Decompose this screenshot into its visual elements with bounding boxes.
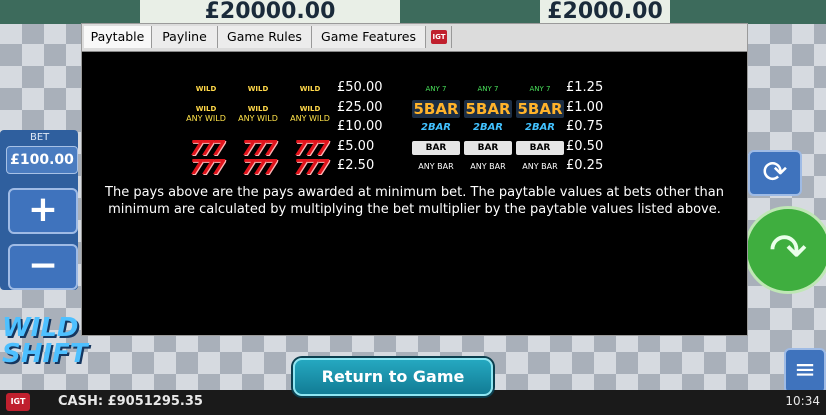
anybar-symbol-icon: ANY BAR [522,162,558,171]
seven-symbol-icon: 777 [189,155,226,179]
bar5-symbol-icon: 5BAR [516,99,564,118]
seven-symbol-icon: 777 [241,155,278,179]
payout-amount: £0.75 [566,119,604,134]
paytable-dialog: Paytable Payline Game Rules Game Feature… [81,23,748,336]
tab-payline[interactable]: Payline [152,26,218,48]
seven-symbol-icon: 777 [293,155,330,179]
payout-amount: £50.00 [337,80,383,95]
brand-logo-icon: IGT [6,393,30,411]
hamburger-icon: ≡ [794,355,816,385]
tab-game-rules[interactable]: Game Rules [218,26,312,48]
wild-symbol-icon: WILD [182,80,230,98]
bar1-symbol-icon: BAR [412,140,460,155]
bar5-symbol-icon: 5BAR [464,99,512,118]
paytable-note: The pays above are the pays awarded at m… [105,185,724,217]
bar2-symbol-icon: 2BAR [472,122,504,133]
payout-amount: £1.25 [566,80,604,95]
seven-symbol-icon: 777 [189,135,226,160]
bar5-symbol-icon: 5BAR [412,99,460,118]
brand-logo-icon: IGT [431,30,447,44]
bar1-symbol-icon: BAR [464,140,512,155]
payout-amount: £0.50 [566,138,604,154]
bar1-symbol-icon: BAR [516,140,564,155]
clock: 10:34 [785,394,820,408]
cash-balance: CASH: £9051295.35 [58,394,203,409]
tab-game-features[interactable]: Game Features [312,26,426,48]
jackpot-right-value: £2000.00 [540,0,670,24]
payout-amount: £2.50 [337,158,375,173]
anybar-symbol-icon: ANY BAR [418,162,454,171]
menu-button[interactable]: ≡ [784,348,826,394]
bar2-symbol-icon: 2BAR [524,122,556,133]
payout-amount: £5.00 [337,138,375,154]
bet-increase-button[interactable]: + [8,188,78,234]
any7-symbol-icon: ANY 7 [425,85,447,93]
game-header-bar [0,0,826,24]
any7-symbol-icon: ANY 7 [529,85,551,93]
payout-amount: £1.00 [566,99,604,115]
seven-symbol-icon: 777 [241,135,278,160]
seven-symbol-icon: 777 [293,135,330,160]
autoplay-icon[interactable]: ⟳ [748,150,802,196]
tab-paytable[interactable]: Paytable [84,26,152,48]
wild-symbol-icon: WILD [234,80,282,98]
spin-button[interactable]: ↷ [744,206,826,294]
bet-value: £100.00 [6,146,78,174]
bar2-symbol-icon: 2BAR [420,122,452,133]
wild-symbol-icon: WILD [286,80,334,98]
payout-amount: £25.00 [337,99,383,115]
brand-tab-icon[interactable]: IGT [427,26,452,48]
spin-arrow-icon: ↷ [768,223,808,277]
bet-label: BET [30,132,50,143]
any7-symbol-icon: ANY 7 [477,85,499,93]
return-to-game-button[interactable]: Return to Game [293,358,493,396]
jackpot-left-value: £20000.00 [140,0,400,24]
payout-amount: £10.00 [337,119,383,134]
tab-bar: Paytable Payline Game Rules Game Feature… [82,24,747,52]
payout-amount: £0.25 [566,158,604,173]
anybar-symbol-icon: ANY BAR [470,162,506,171]
bet-decrease-button[interactable]: − [8,244,78,290]
